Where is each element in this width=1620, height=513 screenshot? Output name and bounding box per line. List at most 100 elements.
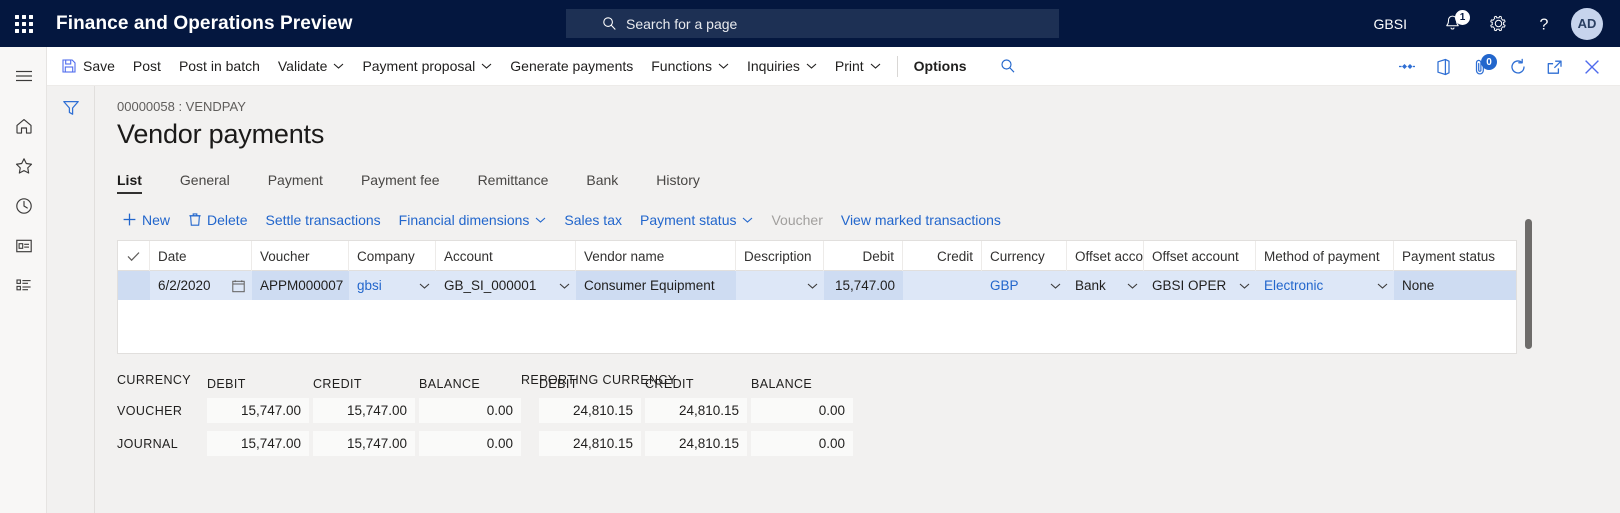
voucher-balance-reporting[interactable]: 0.00 [751,398,853,423]
journal-credit-currency[interactable]: 15,747.00 [313,431,415,456]
sidebar-item-recent[interactable] [0,186,47,226]
validate-menu-button[interactable]: Validate [269,47,354,86]
chevron-down-icon[interactable] [1239,282,1250,290]
column-header-date[interactable]: Date [150,241,252,271]
column-header-debit[interactable]: Debit [824,241,903,271]
search-input[interactable]: Search for a page [626,16,737,32]
cell-voucher[interactable]: APPM000007 [252,271,349,300]
cell-company[interactable]: gbsi [349,271,436,300]
popout-button[interactable] [1536,47,1573,86]
attachments-button[interactable]: 0 [1462,47,1499,86]
options-button[interactable]: Options [905,47,976,86]
cell-payment-status[interactable]: None [1394,271,1496,300]
cell-description[interactable] [736,271,824,300]
cell-offset-account-type[interactable]: Bank [1067,271,1144,300]
column-header-credit[interactable]: Credit [903,241,982,271]
help-button[interactable]: ? [1521,0,1567,47]
chevron-down-icon[interactable] [1127,282,1138,290]
refresh-button[interactable] [1499,47,1536,86]
company-selector[interactable]: GBSI [1374,16,1407,32]
column-header-offset-account[interactable]: Offset account [1144,241,1256,271]
app-launcher-button[interactable] [0,0,48,47]
grid-scrollbar[interactable] [1525,219,1532,349]
column-header-description[interactable]: Description [736,241,824,271]
command-search-button[interactable] [990,47,1027,86]
tab-payment[interactable]: Payment [268,172,323,194]
table-row[interactable]: 6/2/2020 APPM000007 gbsi GB_SI_000001 Co… [118,271,1516,300]
tab-list[interactable]: List [117,172,142,194]
column-header-account[interactable]: Account [436,241,576,271]
row-select-cell[interactable] [118,271,150,300]
post-in-batch-button[interactable]: Post in batch [170,47,269,86]
chevron-down-icon [535,216,546,224]
journal-credit-reporting[interactable]: 24,810.15 [645,431,747,456]
voucher-credit-reporting[interactable]: 24,810.15 [645,398,747,423]
payment-proposal-menu-button[interactable]: Payment proposal [353,47,501,86]
cell-credit[interactable] [903,271,982,300]
functions-menu-button[interactable]: Functions [642,47,738,86]
sidebar-item-navigation-pane[interactable] [0,56,47,96]
totals-panel: CURRENCY REPORTING CURRENCY DEBIT CREDIT… [117,373,1620,460]
column-header-method-of-payment[interactable]: Method of payment [1256,241,1394,271]
cell-method-of-payment[interactable]: Electronic [1256,271,1394,300]
payment-status-button[interactable]: Payment status [631,205,763,235]
chevron-down-icon[interactable] [1050,282,1061,290]
tab-payment-fee[interactable]: Payment fee [361,172,440,194]
tab-history[interactable]: History [656,172,700,194]
sidebar-item-favorites[interactable] [0,146,47,186]
open-in-office-button[interactable] [1425,47,1462,86]
chevron-down-icon[interactable] [419,282,430,290]
voucher-balance-currency[interactable]: 0.00 [419,398,521,423]
sales-tax-button[interactable]: Sales tax [555,205,631,235]
column-header-offset-account-type[interactable]: Offset acco... [1067,241,1144,271]
cell-currency[interactable]: GBP [982,271,1067,300]
journal-balance-currency[interactable]: 0.00 [419,431,521,456]
cell-debit[interactable]: 15,747.00 [824,271,903,300]
avatar[interactable]: AD [1571,7,1603,40]
select-all-header[interactable] [118,241,150,271]
column-header-vendor-name[interactable]: Vendor name [576,241,736,271]
post-button[interactable]: Post [124,47,170,86]
calendar-icon[interactable] [232,279,245,292]
save-button[interactable]: Save [47,47,124,86]
global-search[interactable]: Search for a page [566,9,1059,38]
notification-count-badge: 1 [1455,10,1470,25]
cell-offset-account[interactable]: GBSI OPER [1144,271,1256,300]
functions-label: Functions [651,58,712,74]
settings-button[interactable] [1475,0,1521,47]
inquiries-menu-button[interactable]: Inquiries [738,47,826,86]
financial-dimensions-button[interactable]: Financial dimensions [390,205,556,235]
column-header-currency[interactable]: Currency [982,241,1067,271]
delete-button[interactable]: Delete [179,205,256,235]
journal-debit-currency[interactable]: 15,747.00 [207,431,309,456]
sidebar-item-home[interactable] [0,106,47,146]
settle-transactions-button[interactable]: Settle transactions [256,205,389,235]
relationship-button[interactable] [1388,47,1425,86]
tab-general[interactable]: General [180,172,230,194]
sidebar-item-modules[interactable] [0,266,47,306]
notifications-button[interactable]: 1 [1429,0,1475,47]
chevron-down-icon[interactable] [559,282,570,290]
cell-vendor-name[interactable]: Consumer Equipment [576,271,736,300]
column-header-company[interactable]: Company [349,241,436,271]
print-menu-button[interactable]: Print [826,47,890,86]
voucher-credit-currency[interactable]: 15,747.00 [313,398,415,423]
journal-debit-reporting[interactable]: 24,810.15 [539,431,641,456]
cell-date[interactable]: 6/2/2020 [150,271,252,300]
filter-icon[interactable] [61,98,81,118]
tab-bank[interactable]: Bank [586,172,618,194]
column-header-payment-status[interactable]: Payment status [1394,241,1496,271]
sidebar-item-workspaces[interactable] [0,226,47,266]
journal-balance-reporting[interactable]: 0.00 [751,431,853,456]
view-marked-transactions-button[interactable]: View marked transactions [832,205,1010,235]
cell-account[interactable]: GB_SI_000001 [436,271,576,300]
column-header-voucher[interactable]: Voucher [252,241,349,271]
chevron-down-icon[interactable] [807,282,818,290]
close-button[interactable] [1573,47,1610,86]
voucher-debit-currency[interactable]: 15,747.00 [207,398,309,423]
chevron-down-icon[interactable] [1377,282,1388,290]
generate-payments-button[interactable]: Generate payments [501,47,642,86]
new-button[interactable]: New [117,205,179,235]
voucher-debit-reporting[interactable]: 24,810.15 [539,398,641,423]
tab-remittance[interactable]: Remittance [478,172,549,194]
